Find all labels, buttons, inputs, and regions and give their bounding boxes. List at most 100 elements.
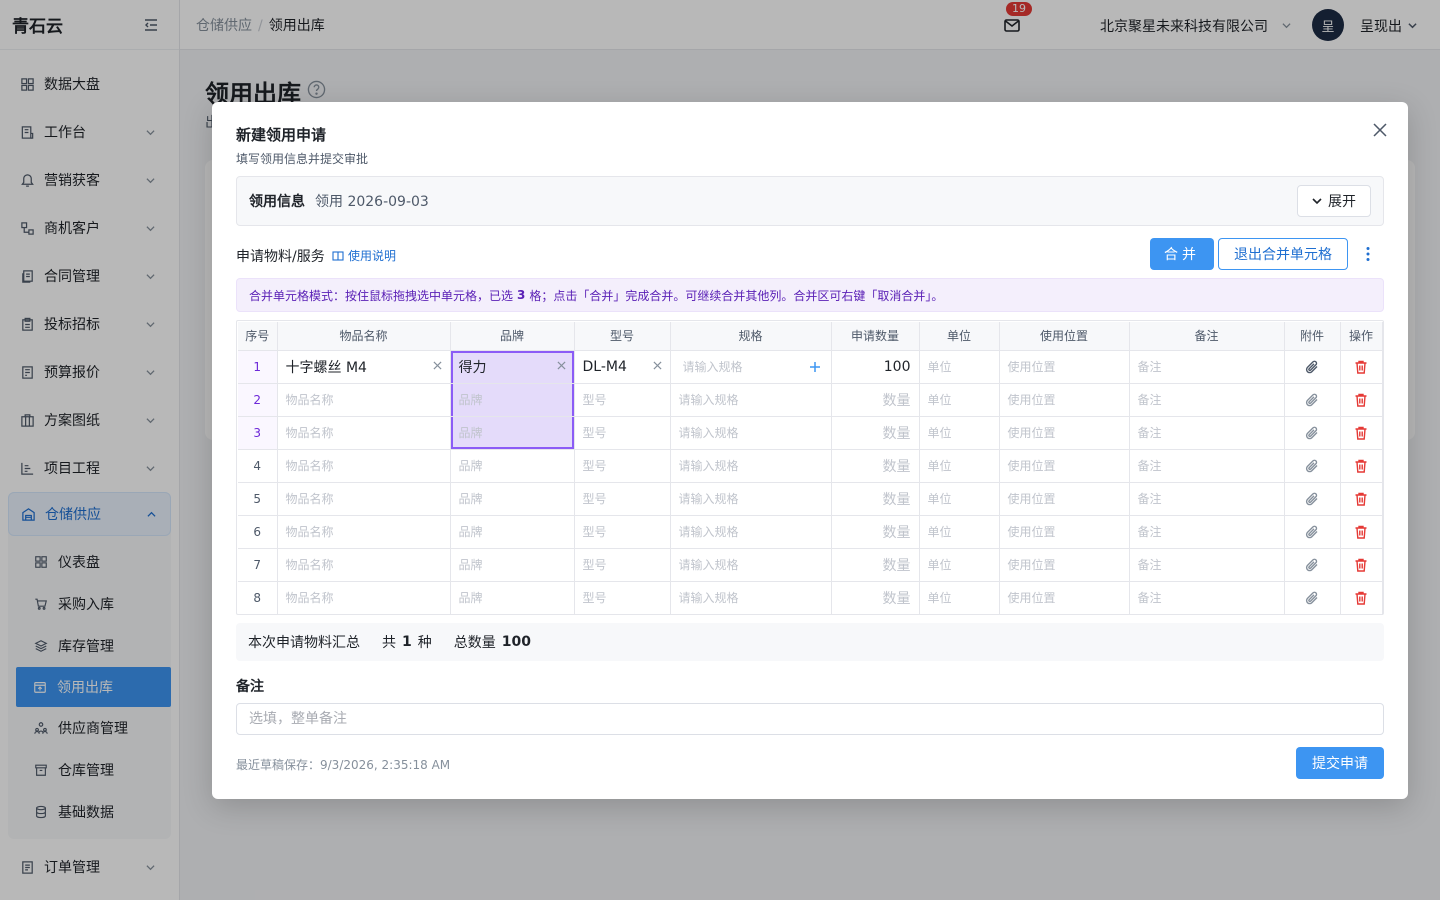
usage-guide-link[interactable]: 使用说明	[332, 247, 396, 264]
paperclip-icon[interactable]	[1304, 524, 1320, 540]
location-cell[interactable]: 使用位置	[999, 350, 1130, 384]
trash-icon[interactable]	[1353, 590, 1369, 606]
remark-cell[interactable]: 备注	[1129, 515, 1285, 549]
remark-cell[interactable]: 备注	[1129, 449, 1285, 483]
brand-cell-selected[interactable]: 得力	[450, 350, 575, 384]
spec-cell[interactable]: 请输入规格	[670, 449, 832, 483]
location-cell[interactable]: 使用位置	[999, 548, 1130, 582]
spec-cell[interactable]: 请输入规格	[670, 482, 832, 516]
clear-icon[interactable]	[432, 360, 442, 370]
unit-cell[interactable]: 单位	[919, 548, 1000, 582]
item-name-cell[interactable]: 物品名称	[277, 515, 451, 549]
trash-icon[interactable]	[1353, 392, 1369, 408]
remark-placeholder: 备注	[1137, 558, 1162, 572]
model-cell[interactable]: 型号	[574, 416, 671, 450]
exit-merge-button[interactable]: 退出合并单元格	[1218, 238, 1348, 270]
brand-cell[interactable]: 品牌	[450, 482, 575, 516]
dialog-subtitle: 填写领用信息并提交审批	[236, 152, 369, 166]
clear-icon[interactable]	[652, 360, 662, 370]
item-name-cell[interactable]: 物品名称	[277, 548, 451, 582]
remark-placeholder: 备注	[1137, 459, 1162, 473]
spec-cell[interactable]: 请输入规格	[670, 515, 832, 549]
expand-button[interactable]: 展开	[1297, 185, 1371, 217]
paperclip-icon[interactable]	[1304, 359, 1320, 375]
merge-button[interactable]: 合并	[1150, 238, 1214, 270]
brand-cell[interactable]: 品牌	[450, 548, 575, 582]
model-cell[interactable]: 型号	[574, 581, 671, 615]
model-cell[interactable]: 型号	[574, 383, 671, 417]
location-cell[interactable]: 使用位置	[999, 449, 1130, 483]
model-cell[interactable]: DL-M4	[574, 350, 671, 384]
submit-button[interactable]: 提交申请	[1296, 747, 1384, 779]
remark-cell[interactable]: 备注	[1129, 482, 1285, 516]
unit-placeholder: 单位	[927, 360, 952, 374]
more-vertical-icon[interactable]	[1360, 246, 1376, 262]
paperclip-icon[interactable]	[1304, 557, 1320, 573]
brand-cell-selected[interactable]: 品牌	[450, 383, 575, 417]
unit-cell[interactable]: 单位	[919, 581, 1000, 615]
item-name-cell[interactable]: 十字螺丝 M4	[277, 350, 451, 384]
model-cell[interactable]: 型号	[574, 515, 671, 549]
brand-cell-selected[interactable]: 品牌	[450, 416, 575, 450]
spec-cell[interactable]: 请输入规格	[670, 383, 832, 417]
item-name-cell[interactable]: 物品名称	[277, 449, 451, 483]
close-icon[interactable]	[1372, 122, 1388, 138]
brand-cell[interactable]: 品牌	[450, 515, 575, 549]
quantity-cell[interactable]: 100	[831, 350, 920, 384]
model-placeholder: 型号	[582, 459, 607, 473]
unit-cell[interactable]: 单位	[919, 449, 1000, 483]
location-placeholder: 使用位置	[1007, 591, 1056, 605]
brand-cell[interactable]: 品牌	[450, 449, 575, 483]
quantity-cell[interactable]: 数量	[831, 416, 920, 450]
brand-cell[interactable]: 品牌	[450, 581, 575, 615]
quantity-cell[interactable]: 数量	[831, 581, 920, 615]
location-cell[interactable]: 使用位置	[999, 416, 1130, 450]
unit-cell[interactable]: 单位	[919, 383, 1000, 417]
paperclip-icon[interactable]	[1304, 491, 1320, 507]
paperclip-icon[interactable]	[1304, 590, 1320, 606]
remark-cell[interactable]: 备注	[1129, 581, 1285, 615]
unit-cell[interactable]: 单位	[919, 482, 1000, 516]
column-header-spec: 规格	[670, 322, 832, 351]
unit-cell[interactable]: 单位	[919, 350, 1000, 384]
trash-icon[interactable]	[1353, 425, 1369, 441]
paperclip-icon[interactable]	[1304, 425, 1320, 441]
model-cell[interactable]: 型号	[574, 482, 671, 516]
trash-icon[interactable]	[1353, 491, 1369, 507]
plus-icon[interactable]	[809, 361, 821, 373]
item-name-cell[interactable]: 物品名称	[277, 482, 451, 516]
trash-icon[interactable]	[1353, 557, 1369, 573]
quantity-cell[interactable]: 数量	[831, 482, 920, 516]
item-name-cell[interactable]: 物品名称	[277, 581, 451, 615]
model-cell[interactable]: 型号	[574, 548, 671, 582]
quantity-cell[interactable]: 数量	[831, 548, 920, 582]
trash-icon[interactable]	[1353, 359, 1369, 375]
table-row: 2 物品名称 品牌 型号 请输入规格 数量 单位 使用位置 备注	[238, 383, 1383, 417]
note-input[interactable]	[236, 703, 1384, 735]
spec-cell[interactable]: 请输入规格	[670, 350, 832, 384]
location-cell[interactable]: 使用位置	[999, 383, 1130, 417]
remark-cell[interactable]: 备注	[1129, 548, 1285, 582]
item-name-cell[interactable]: 物品名称	[277, 383, 451, 417]
quantity-cell[interactable]: 数量	[831, 383, 920, 417]
location-cell[interactable]: 使用位置	[999, 581, 1130, 615]
spec-cell[interactable]: 请输入规格	[670, 416, 832, 450]
remark-cell[interactable]: 备注	[1129, 383, 1285, 417]
trash-icon[interactable]	[1353, 458, 1369, 474]
remark-cell[interactable]: 备注	[1129, 416, 1285, 450]
quantity-cell[interactable]: 数量	[831, 515, 920, 549]
paperclip-icon[interactable]	[1304, 458, 1320, 474]
unit-cell[interactable]: 单位	[919, 416, 1000, 450]
quantity-cell[interactable]: 数量	[831, 449, 920, 483]
paperclip-icon[interactable]	[1304, 392, 1320, 408]
unit-cell[interactable]: 单位	[919, 515, 1000, 549]
clear-icon[interactable]	[556, 360, 566, 370]
location-cell[interactable]: 使用位置	[999, 515, 1130, 549]
remark-cell[interactable]: 备注	[1129, 350, 1285, 384]
spec-cell[interactable]: 请输入规格	[670, 548, 832, 582]
trash-icon[interactable]	[1353, 524, 1369, 540]
item-name-cell[interactable]: 物品名称	[277, 416, 451, 450]
location-cell[interactable]: 使用位置	[999, 482, 1130, 516]
spec-cell[interactable]: 请输入规格	[670, 581, 832, 615]
model-cell[interactable]: 型号	[574, 449, 671, 483]
